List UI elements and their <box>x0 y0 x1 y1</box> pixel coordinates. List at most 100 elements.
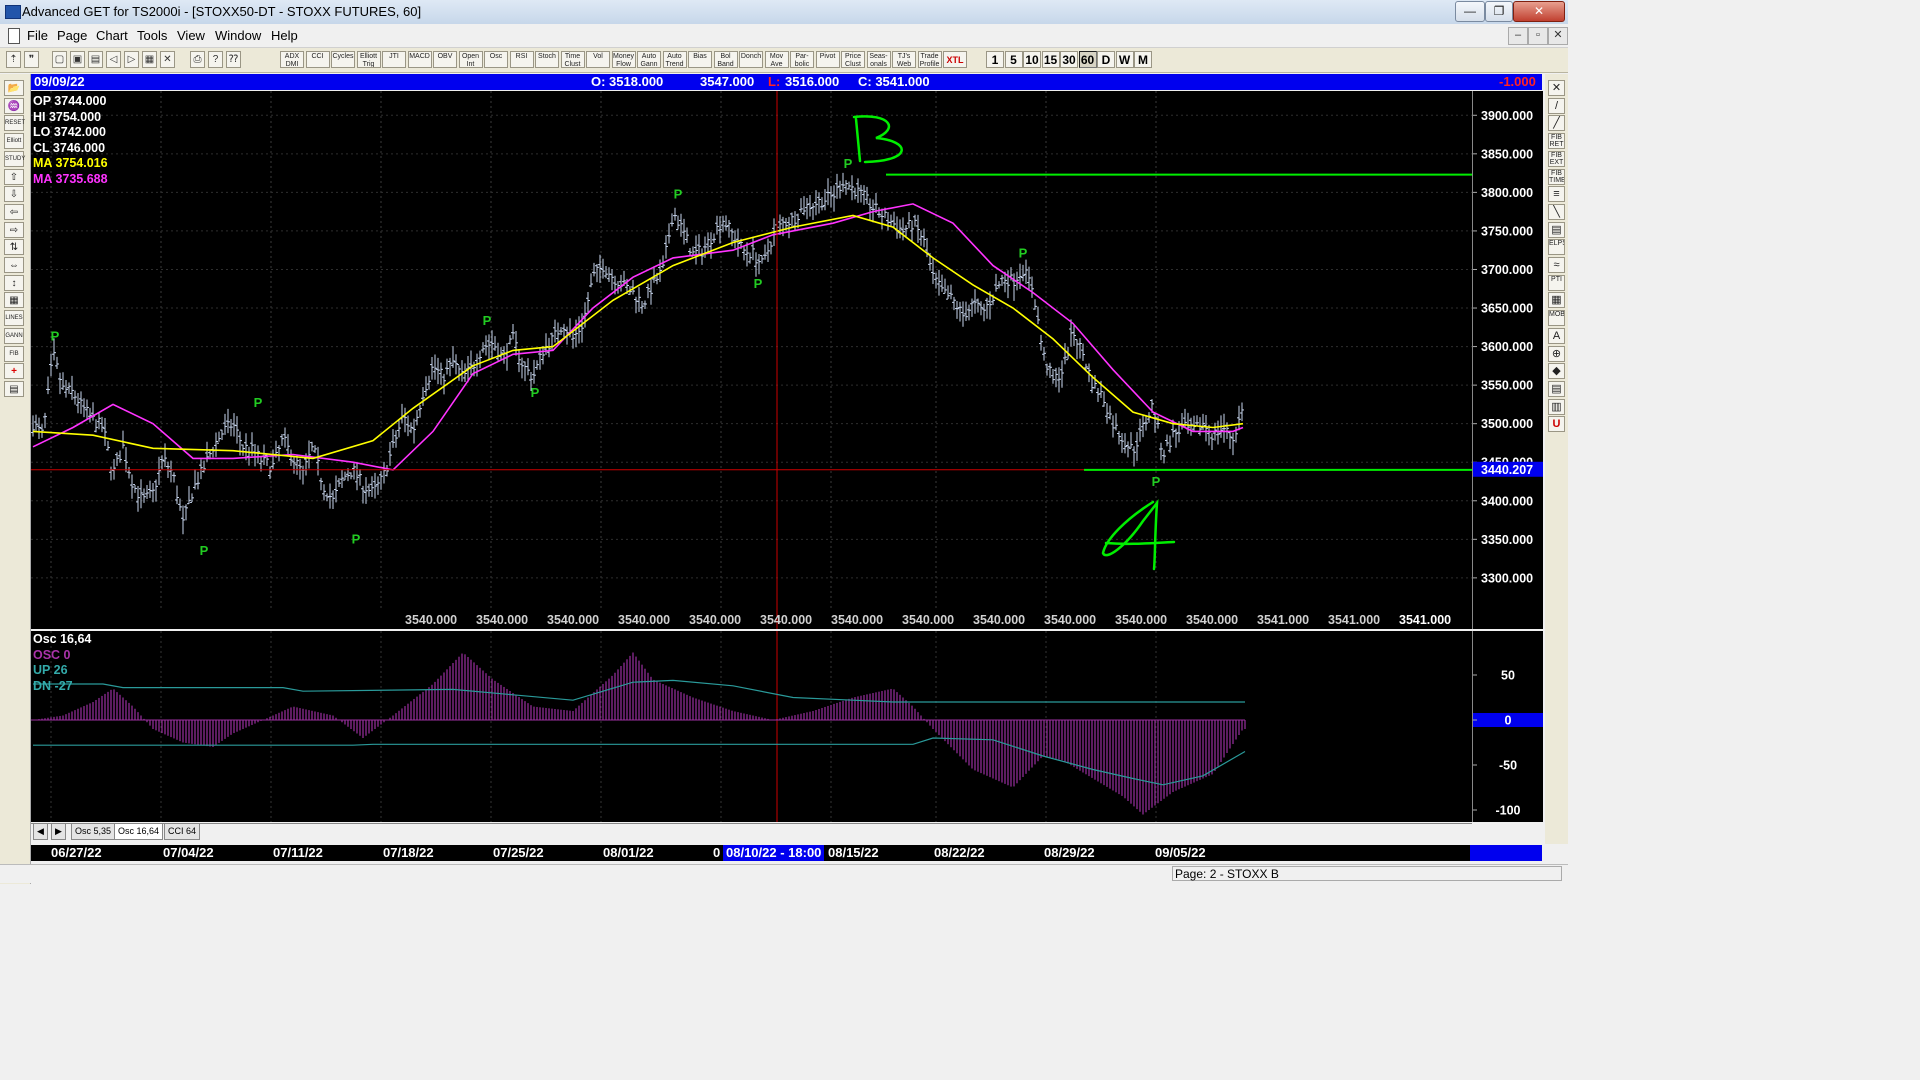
indicator-button-donch[interactable]: Donch <box>739 51 763 68</box>
tab-osc-5-35[interactable]: Osc 5,35 <box>71 824 116 840</box>
period-button-30[interactable]: 30 <box>1060 51 1078 68</box>
delete-icon[interactable]: ✕ <box>160 51 175 68</box>
mdi-close-button[interactable]: ✕ <box>1548 27 1568 45</box>
indicator-button-par-bolic[interactable]: Par- bolic <box>790 51 814 68</box>
right-tool-7[interactable]: ╲ <box>1548 203 1565 220</box>
left-tool-4[interactable]: STUDY <box>4 150 25 167</box>
left-tool-15[interactable]: FIB <box>4 345 24 362</box>
period-button-m[interactable]: M <box>1134 51 1152 68</box>
indicator-button-seas-onals[interactable]: Seas- onals <box>866 51 891 68</box>
indicator-button-jti[interactable]: JTI <box>382 51 406 68</box>
left-tool-14[interactable]: GANN <box>4 327 24 344</box>
left-tool-9[interactable]: ⇅ <box>4 239 24 256</box>
left-tool-11[interactable]: ↕ <box>4 274 24 291</box>
left-tool-7[interactable]: ⇦ <box>4 203 24 220</box>
close-button[interactable]: ✕ <box>1513 1 1565 22</box>
help-icon[interactable]: ? <box>208 51 223 68</box>
forward-icon[interactable]: ▷ <box>124 51 139 68</box>
right-tool-5[interactable]: FIB TIME <box>1548 168 1565 185</box>
mdi-restore-button[interactable]: ▫ <box>1528 27 1548 45</box>
period-button-10[interactable]: 10 <box>1023 51 1041 68</box>
right-tool-15[interactable]: ⊕ <box>1548 345 1565 362</box>
cursor-tool-icon[interactable]: ⇡ <box>6 51 21 68</box>
tab-nav-left[interactable]: ◀ <box>33 824 48 840</box>
indicator-button-auto-trend[interactable]: Auto Trend <box>662 51 687 68</box>
maximize-button[interactable]: ❐ <box>1485 1 1513 22</box>
indicator-button-vol[interactable]: Vol <box>586 51 610 68</box>
right-tool-0[interactable]: ✕ <box>1548 80 1565 96</box>
tab-cci-64[interactable]: CCI 64 <box>164 824 201 840</box>
period-button-15[interactable]: 15 <box>1041 51 1060 68</box>
context-help-icon[interactable]: ⁇ <box>226 51 241 68</box>
right-tool-3[interactable]: FIB RET <box>1548 133 1565 150</box>
left-tool-0[interactable]: 📂 <box>4 80 24 96</box>
left-tool-17[interactable]: ▤ <box>4 380 24 397</box>
left-tool-8[interactable]: ⇨ <box>4 221 24 238</box>
left-tool-6[interactable]: ⇩ <box>4 186 24 203</box>
indicator-button-osc[interactable]: Osc <box>484 51 508 68</box>
new-page-icon[interactable]: ▢ <box>52 51 67 68</box>
indicator-button-price-clust[interactable]: Price Clust <box>841 51 865 68</box>
time-axis[interactable]: 06/27/22 07/04/22 07/11/22 07/18/22 07/2… <box>31 845 1542 861</box>
chart-icon[interactable]: ▤ <box>88 51 103 68</box>
left-tool-5[interactable]: ⇧ <box>4 168 24 185</box>
indicator-button-tj-s-web[interactable]: TJ's Web <box>892 51 916 68</box>
menu-window[interactable]: Window <box>215 28 261 43</box>
copy-icon[interactable]: ▣ <box>70 51 85 68</box>
indicator-button-pivot[interactable]: Pivot <box>815 51 840 68</box>
period-button-5[interactable]: 5 <box>1004 51 1023 68</box>
right-tool-13[interactable]: MOB <box>1548 310 1565 327</box>
menu-help[interactable]: Help <box>271 28 298 43</box>
right-tool-9[interactable]: ELPS <box>1548 239 1565 256</box>
right-tool-10[interactable]: ≈ <box>1548 257 1565 273</box>
right-tool-17[interactable]: ▤ <box>1548 380 1565 397</box>
indicator-button-macd[interactable]: MACD <box>407 51 432 68</box>
indicator-button-xtl[interactable]: XTL <box>943 51 967 68</box>
right-tool-18[interactable]: ▥ <box>1548 398 1565 415</box>
tab-osc-16-64[interactable]: Osc 16,64 <box>114 824 164 840</box>
indicator-button-cci[interactable]: CCI <box>305 51 330 68</box>
indicator-button-obv[interactable]: OBV <box>433 51 457 68</box>
minimize-button[interactable]: — <box>1455 1 1485 22</box>
menu-file[interactable]: File <box>27 28 48 43</box>
print-icon[interactable]: ⎙ <box>190 51 205 68</box>
left-tool-12[interactable]: ▦ <box>4 292 24 309</box>
menu-page[interactable]: Page <box>57 28 87 43</box>
quote-tool-icon[interactable]: ❞ <box>24 51 39 68</box>
indicator-button-open-int[interactable]: Open Int <box>458 51 483 68</box>
tab-nav-right[interactable]: ▶ <box>51 824 66 840</box>
back-icon[interactable]: ◁ <box>106 51 121 68</box>
right-tool-14[interactable]: A <box>1548 327 1565 344</box>
period-button-1[interactable]: 1 <box>986 51 1004 68</box>
price-axis[interactable]: 3900.000 3850.000 3800.000 3750.000 3700.000… <box>1472 91 1543 629</box>
right-tool-2[interactable]: ╱ <box>1548 115 1565 132</box>
indicator-button-cycles[interactable]: Cycles <box>331 51 355 68</box>
indicator-button-elliott-trig[interactable]: Elliott Trig <box>356 51 381 68</box>
right-tool-1[interactable]: / <box>1548 97 1565 114</box>
indicator-button-money-flow[interactable]: Money Flow <box>611 51 636 68</box>
indicator-button-stoch[interactable]: Stoch <box>535 51 559 68</box>
menu-chart[interactable]: Chart <box>96 28 128 43</box>
right-tool-6[interactable]: ≡ <box>1548 186 1565 203</box>
indicator-button-time-clust[interactable]: Time Clust <box>560 51 585 68</box>
right-tool-19[interactable]: U <box>1548 416 1565 433</box>
oscillator-axis[interactable]: 50 0 -50 -100 <box>1472 631 1543 822</box>
left-tool-3[interactable]: Elliott <box>4 133 24 150</box>
right-tool-11[interactable]: PTI <box>1548 274 1565 291</box>
left-tool-1[interactable]: ♒ <box>4 97 24 114</box>
right-tool-12[interactable]: ▦ <box>1548 292 1565 309</box>
period-button-d[interactable]: D <box>1097 51 1115 68</box>
mdi-minimize-button[interactable]: – <box>1508 27 1528 45</box>
left-tool-10[interactable]: ⇔ <box>4 257 24 273</box>
indicator-button-bol-band[interactable]: Bol Band <box>713 51 738 68</box>
menu-view[interactable]: View <box>177 28 205 43</box>
indicator-button-trade-profile[interactable]: Trade Profile <box>917 51 942 68</box>
indicator-button-mov-ave[interactable]: Mov Ave <box>764 51 789 68</box>
right-tool-8[interactable]: ▤ <box>1548 221 1565 238</box>
price-chart-panel[interactable]: P P P P P P P P P P P 3540.000 3540.000 3540.000 3540.… <box>31 91 1472 629</box>
oscillator-chart[interactable] <box>31 631 1472 822</box>
left-tool-13[interactable]: LINES <box>4 310 24 327</box>
indicator-button-bias[interactable]: Bias <box>688 51 712 68</box>
period-button-60[interactable]: 60 <box>1078 51 1097 68</box>
period-button-w[interactable]: W <box>1115 51 1134 68</box>
